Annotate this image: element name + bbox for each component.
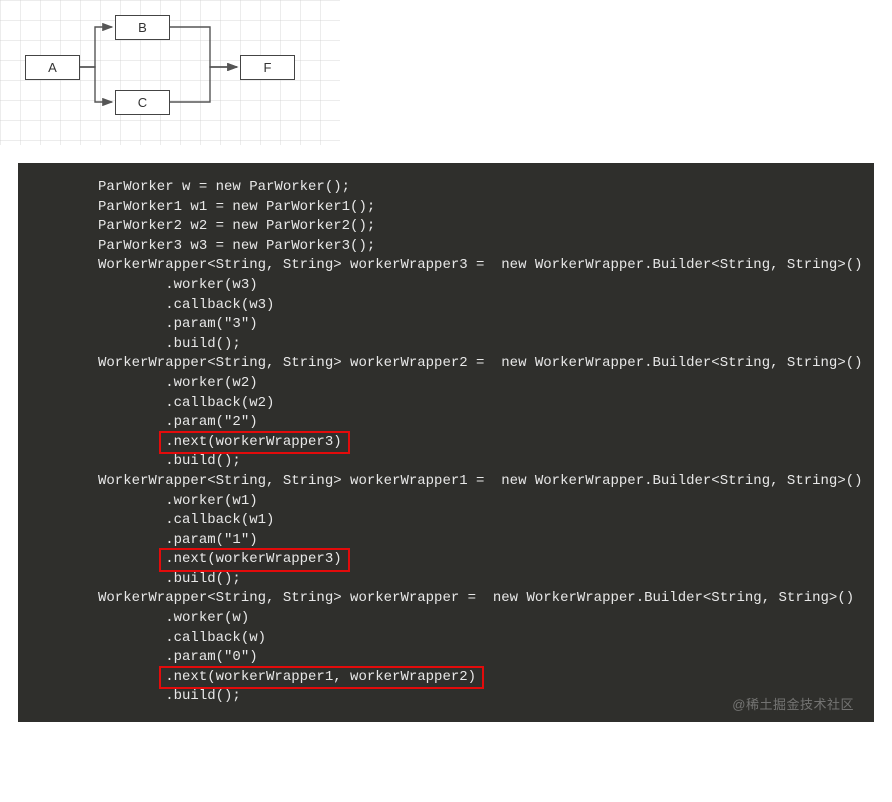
code-pre: ParWorker w = new ParWorker();ParWorker1… bbox=[18, 178, 874, 707]
code-line: .build(); bbox=[98, 570, 849, 590]
code-line: ParWorker w = new ParWorker(); bbox=[98, 178, 849, 198]
code-line-highlighted: .next(workerWrapper3) bbox=[98, 433, 849, 453]
flow-diagram: A B C F bbox=[0, 0, 340, 145]
code-line: .worker(w3) bbox=[98, 276, 849, 296]
code-line: WorkerWrapper<String, String> workerWrap… bbox=[98, 256, 849, 276]
node-b: B bbox=[115, 15, 170, 40]
code-line: .build(); bbox=[98, 452, 849, 472]
code-line-highlighted: .next(workerWrapper3) bbox=[98, 550, 849, 570]
node-f: F bbox=[240, 55, 295, 80]
code-line: .param("1") bbox=[98, 531, 849, 551]
code-line: .callback(w1) bbox=[98, 511, 849, 531]
node-a: A bbox=[25, 55, 80, 80]
code-block: ParWorker w = new ParWorker();ParWorker1… bbox=[18, 163, 874, 722]
code-line: ParWorker2 w2 = new ParWorker2(); bbox=[98, 217, 849, 237]
code-line: .param("3") bbox=[98, 315, 849, 335]
code-line: WorkerWrapper<String, String> workerWrap… bbox=[98, 589, 849, 609]
code-line: .worker(w2) bbox=[98, 374, 849, 394]
code-line: .worker(w1) bbox=[98, 492, 849, 512]
code-line: .param("0") bbox=[98, 648, 849, 668]
code-line: WorkerWrapper<String, String> workerWrap… bbox=[98, 472, 849, 492]
code-line: ParWorker1 w1 = new ParWorker1(); bbox=[98, 198, 849, 218]
code-line: .build(); bbox=[98, 687, 849, 707]
code-line: .callback(w3) bbox=[98, 296, 849, 316]
code-line-highlighted: .next(workerWrapper1, workerWrapper2) bbox=[98, 668, 849, 688]
page-root: A B C F ParWorker w = new ParWorker();Pa… bbox=[0, 0, 892, 722]
code-line: WorkerWrapper<String, String> workerWrap… bbox=[98, 354, 849, 374]
code-line: .worker(w) bbox=[98, 609, 849, 629]
code-line: .callback(w2) bbox=[98, 394, 849, 414]
node-c: C bbox=[115, 90, 170, 115]
code-line: ParWorker3 w3 = new ParWorker3(); bbox=[98, 237, 849, 257]
code-line: .callback(w) bbox=[98, 629, 849, 649]
code-line: .build(); bbox=[98, 335, 849, 355]
code-line: .param("2") bbox=[98, 413, 849, 433]
